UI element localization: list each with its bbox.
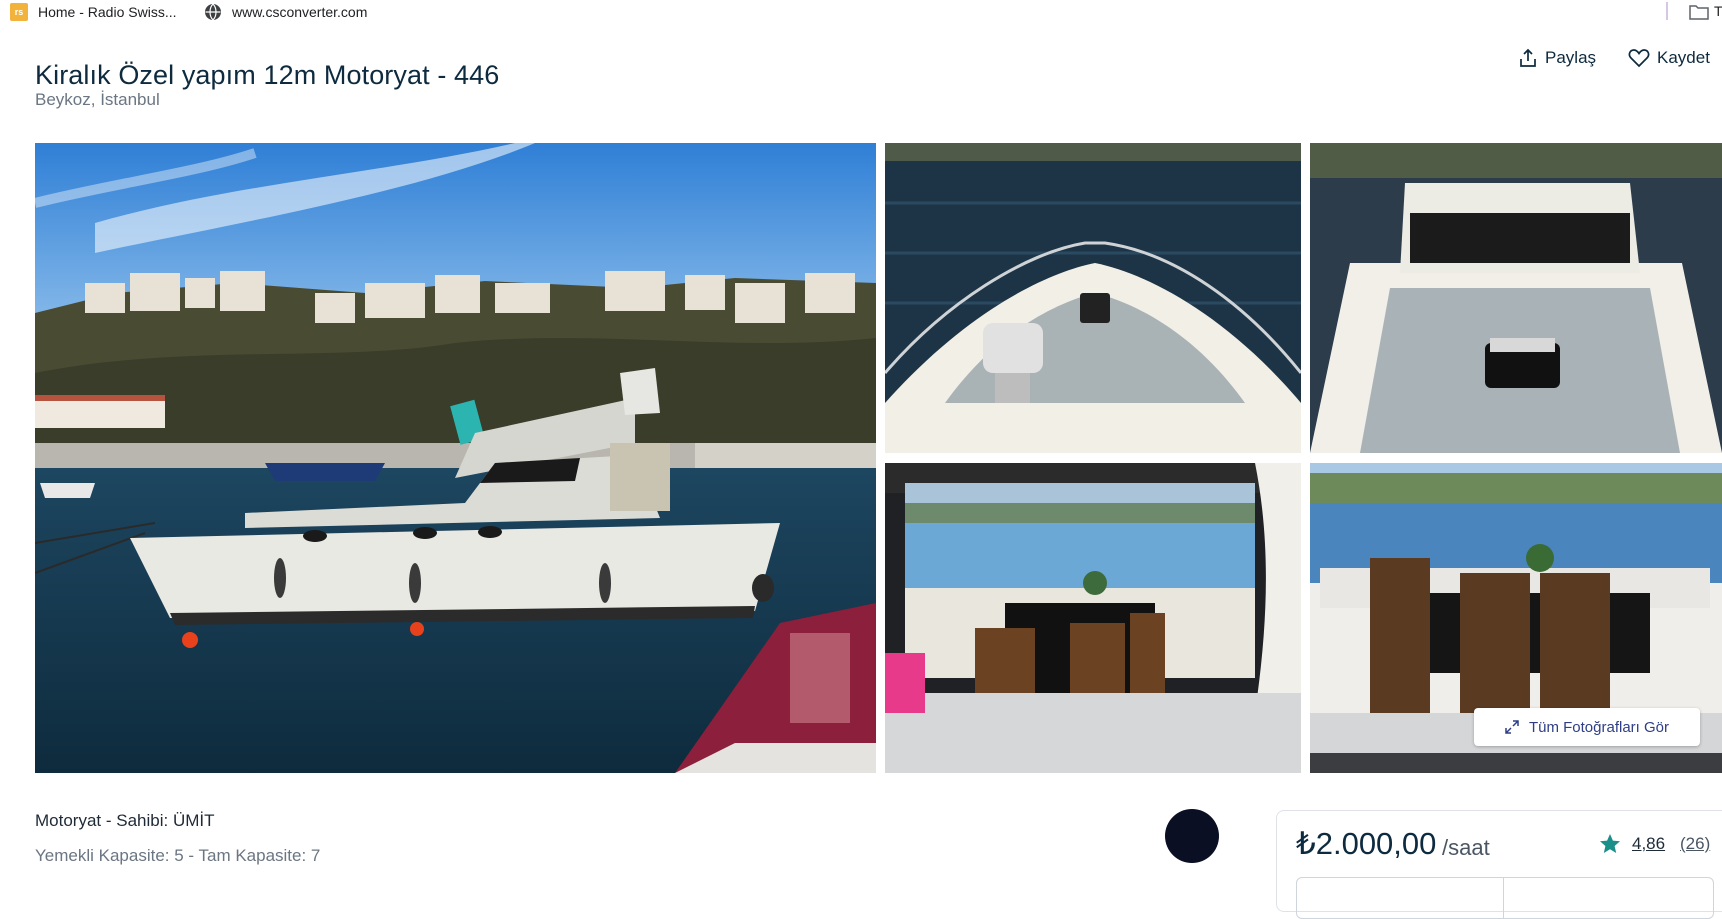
bookmark-csconverter[interactable]: www.csconverter.com bbox=[204, 3, 367, 21]
heart-icon bbox=[1628, 49, 1650, 68]
listing-location: Beykoz, İstanbul bbox=[35, 90, 160, 109]
avatar[interactable] bbox=[1165, 809, 1219, 863]
page-title: Kiralık Özel yapım 12m Motoryat - 446 bbox=[35, 60, 500, 91]
rating-value[interactable]: 4,86 bbox=[1632, 834, 1665, 854]
bookmark-label: Home - Radio Swiss... bbox=[38, 4, 177, 20]
folder-icon[interactable] bbox=[1688, 3, 1710, 21]
price: ₺2.000,00 bbox=[1296, 826, 1437, 861]
star-icon bbox=[1600, 834, 1620, 853]
share-icon bbox=[1520, 48, 1536, 67]
share-label: Paylaş bbox=[1545, 48, 1597, 67]
gallery-photo-2[interactable] bbox=[1310, 143, 1722, 453]
listing-type-owner: Motoryat - Sahibi: ÜMİT bbox=[35, 811, 215, 830]
view-all-photos-button[interactable]: Tüm Fotoğrafları Gör bbox=[1474, 708, 1700, 746]
price-unit: /saat bbox=[1442, 835, 1490, 860]
listing-capacity: Yemekli Kapasite: 5 - Tam Kapasite: 7 bbox=[35, 846, 321, 865]
main-photo[interactable] bbox=[35, 143, 876, 773]
share-button[interactable]: Paylaş bbox=[1518, 48, 1596, 68]
save-label: Kaydet bbox=[1657, 48, 1710, 67]
bookmarks-bar: rs Home - Radio Swiss... www.csconverter… bbox=[0, 0, 1722, 24]
gallery-photo-3[interactable] bbox=[885, 463, 1301, 773]
bookmark-folder-label[interactable]: T bbox=[1714, 3, 1722, 19]
view-all-photos-label: Tüm Fotoğrafları Gör bbox=[1528, 718, 1670, 736]
booking-date-fields[interactable] bbox=[1296, 877, 1714, 919]
reviews-count[interactable]: (26) bbox=[1680, 834, 1710, 854]
bookmarks-separator bbox=[1666, 2, 1668, 20]
expand-icon bbox=[1505, 720, 1519, 734]
radio-swiss-favicon-icon: rs bbox=[10, 3, 28, 21]
field-divider bbox=[1503, 878, 1504, 918]
gallery-photo-1[interactable] bbox=[885, 143, 1301, 453]
bookmark-label: www.csconverter.com bbox=[232, 4, 368, 20]
globe-icon bbox=[205, 3, 221, 21]
bookmark-radio-swiss[interactable]: rs Home - Radio Swiss... bbox=[10, 3, 176, 21]
save-button[interactable]: Kaydet bbox=[1628, 48, 1710, 68]
